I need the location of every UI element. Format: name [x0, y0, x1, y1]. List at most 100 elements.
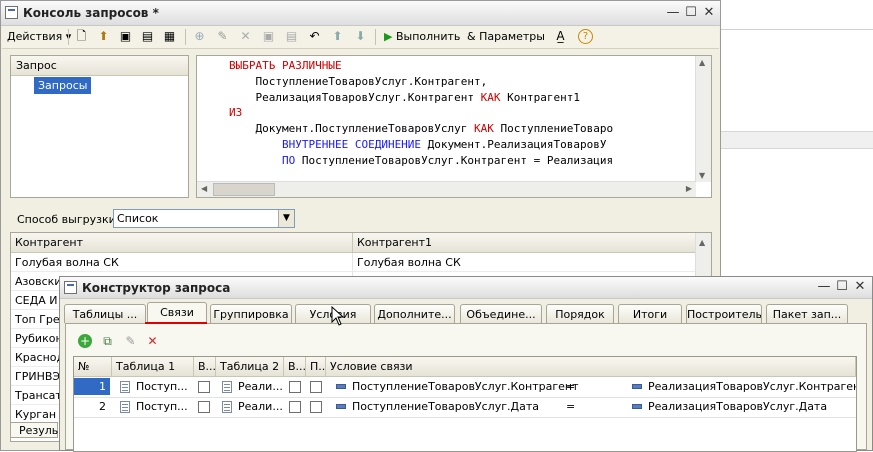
- save-copy-icon[interactable]: ▤: [140, 29, 155, 44]
- all-table1-checkbox[interactable]: [198, 401, 210, 413]
- save-as-icon[interactable]: ▦: [162, 29, 177, 44]
- new-document-icon[interactable]: 🗋: [74, 29, 89, 44]
- link-operator[interactable]: =: [566, 400, 575, 413]
- link-row-number[interactable]: 1: [74, 378, 110, 395]
- query-line[interactable]: ВЫБРАТЬ РАЗЛИЧНЫЕ: [229, 58, 342, 74]
- tab-9[interactable]: Пакет зап...: [766, 304, 848, 323]
- query-tree-header[interactable]: Запрос: [11, 56, 188, 76]
- open-icon[interactable]: ⬆: [96, 29, 111, 44]
- all-table2-checkbox[interactable]: [289, 401, 301, 413]
- link-row-number[interactable]: 2: [74, 398, 110, 415]
- save-disabled-icon[interactable]: ▣: [261, 29, 276, 44]
- links-column-header[interactable]: В...: [284, 357, 306, 377]
- tab-0[interactable]: Таблицы ...: [64, 304, 146, 323]
- copy-link-icon[interactable]: ⧉: [100, 334, 115, 349]
- add-link-icon[interactable]: +: [78, 334, 92, 348]
- toolbar-separator: [68, 29, 69, 45]
- query-text-editor[interactable]: ВЫБРАТЬ РАЗЛИЧНЫЕ ПоступлениеТоваровУслу…: [196, 55, 712, 198]
- constructor-titlebar[interactable]: Конструктор запроса — ☐ ✕: [60, 277, 872, 299]
- query-keyword: ВЫБРАТЬ РАЗЛИЧНЫЕ: [229, 59, 342, 72]
- result-tab[interactable]: Резуль: [10, 422, 58, 438]
- minimize-icon[interactable]: —: [816, 279, 832, 295]
- scroll-right-icon[interactable]: ▶: [686, 184, 692, 193]
- query-line[interactable]: ВНУТРЕННЕЕ СОЕДИНЕНИЕ Документ.Реализаци…: [229, 137, 607, 153]
- export-method-value: Список: [117, 212, 159, 225]
- actions-menu[interactable]: Действия ▾: [7, 28, 71, 46]
- result-cell-contractor1[interactable]: Голубая волна СК: [353, 253, 698, 272]
- move-up-icon[interactable]: ⬆: [330, 29, 345, 44]
- undo-icon[interactable]: ↶: [307, 29, 322, 44]
- help-icon[interactable]: ?: [578, 29, 593, 44]
- scroll-left-icon[interactable]: ◀: [201, 184, 207, 193]
- query-line[interactable]: РеализацияТоваровУслуг.Контрагент КАК Ко…: [229, 90, 580, 106]
- tab-4[interactable]: Дополните...: [374, 304, 455, 323]
- tab-6[interactable]: Порядок: [546, 304, 614, 323]
- arbitrary-condition-checkbox[interactable]: [310, 381, 322, 393]
- query-line[interactable]: Документ.ПоступлениеТоваровУслуг КАК Пос…: [229, 121, 613, 137]
- edit-icon[interactable]: ✎: [215, 29, 230, 44]
- column-header-contractor1[interactable]: Контрагент1: [353, 233, 698, 253]
- maximize-icon[interactable]: ☐: [834, 279, 850, 295]
- link-field2[interactable]: РеализацияТоваровУслуг.Контрагент: [648, 380, 856, 393]
- parameters-button[interactable]: & Параметры: [467, 28, 545, 46]
- query-line[interactable]: ИЗ: [229, 105, 242, 121]
- close-icon[interactable]: ✕: [852, 279, 868, 295]
- link-table2[interactable]: Реали...: [238, 400, 283, 413]
- chevron-down-icon[interactable]: ▼: [278, 210, 294, 227]
- query-tree-item[interactable]: Запросы: [34, 77, 92, 94]
- tab-7[interactable]: Итоги: [618, 304, 682, 323]
- all-table2-checkbox[interactable]: [289, 381, 301, 393]
- links-column-header[interactable]: Таблица 1: [112, 357, 194, 377]
- add-icon[interactable]: ⊕: [192, 29, 207, 44]
- arbitrary-condition-checkbox[interactable]: [310, 401, 322, 413]
- link-row[interactable]: 2 Поступ... Реали... ПоступлениеТоваровУслу…: [74, 397, 856, 418]
- scroll-thumb[interactable]: [213, 183, 275, 196]
- query-console-titlebar[interactable]: Консоль запросов * — ☐ ✕: [1, 1, 720, 26]
- query-text: ПоступлениеТоваровУслуг.Контрагент = Реа…: [295, 153, 614, 167]
- link-field1[interactable]: ПоступлениеТоваровУслуг.Дата: [352, 400, 539, 413]
- query-line[interactable]: ПоступлениеТоваровУслуг.Контрагент,: [229, 74, 487, 90]
- link-field2[interactable]: РеализацияТоваровУслуг.Дата: [648, 400, 827, 413]
- links-column-header[interactable]: №: [74, 357, 112, 377]
- delete-link-icon[interactable]: ✕: [145, 334, 160, 349]
- link-operator[interactable]: =: [566, 380, 575, 393]
- scroll-down-icon[interactable]: ▼: [699, 171, 705, 180]
- tab-1[interactable]: Связи: [147, 302, 207, 324]
- result-cell-contractor[interactable]: Голубая волна СК: [11, 253, 353, 272]
- query-code[interactable]: ВЫБРАТЬ РАЗЛИЧНЫЕ ПоступлениеТоваровУслу…: [197, 58, 696, 182]
- delete-icon[interactable]: ✕: [238, 29, 253, 44]
- text-icon[interactable]: A̲: [553, 29, 568, 44]
- copy-icon[interactable]: ▤: [284, 29, 299, 44]
- minimize-icon[interactable]: —: [665, 5, 681, 21]
- save-icon[interactable]: ▣: [118, 29, 133, 44]
- links-column-header[interactable]: Таблица 2: [216, 357, 284, 377]
- scroll-up-icon[interactable]: ▲: [699, 238, 705, 247]
- maximize-icon[interactable]: ☐: [683, 5, 699, 21]
- scroll-up-icon[interactable]: ▲: [699, 58, 705, 67]
- tab-5[interactable]: Объедине...: [460, 304, 542, 323]
- links-column-header[interactable]: В...: [194, 357, 216, 377]
- move-down-icon[interactable]: ⬇: [353, 29, 368, 44]
- horizontal-scrollbar[interactable]: ◀ ▶: [197, 181, 696, 197]
- export-method-label: Способ выгрузки:: [17, 213, 120, 226]
- tab-2[interactable]: Группировка: [210, 304, 292, 323]
- link-table1[interactable]: Поступ...: [136, 400, 188, 413]
- vertical-scrollbar[interactable]: ▲ ▼: [695, 56, 711, 182]
- links-column-header[interactable]: П...: [306, 357, 326, 377]
- link-field1[interactable]: ПоступлениеТоваровУслуг.Контрагент: [352, 380, 579, 393]
- links-column-header[interactable]: Условие связи: [326, 357, 856, 377]
- window-icon: [5, 6, 18, 19]
- tab-8[interactable]: Построитель: [686, 304, 762, 323]
- background-strip: [721, 131, 873, 149]
- run-button[interactable]: ▶ Выполнить: [384, 28, 460, 46]
- link-table1[interactable]: Поступ...: [136, 380, 188, 393]
- table-icon: [222, 401, 232, 413]
- close-icon[interactable]: ✕: [701, 5, 717, 21]
- link-row[interactable]: 1 Поступ... Реали... ПоступлениеТоваровУслу…: [74, 377, 856, 398]
- link-table2[interactable]: Реали...: [238, 380, 283, 393]
- export-method-select[interactable]: Список ▼: [113, 209, 295, 228]
- query-line[interactable]: ПО ПоступлениеТоваровУслуг.Контрагент = …: [229, 153, 613, 169]
- all-table1-checkbox[interactable]: [198, 381, 210, 393]
- column-header-contractor[interactable]: Контрагент: [11, 233, 353, 253]
- edit-link-icon[interactable]: ✎: [123, 334, 138, 349]
